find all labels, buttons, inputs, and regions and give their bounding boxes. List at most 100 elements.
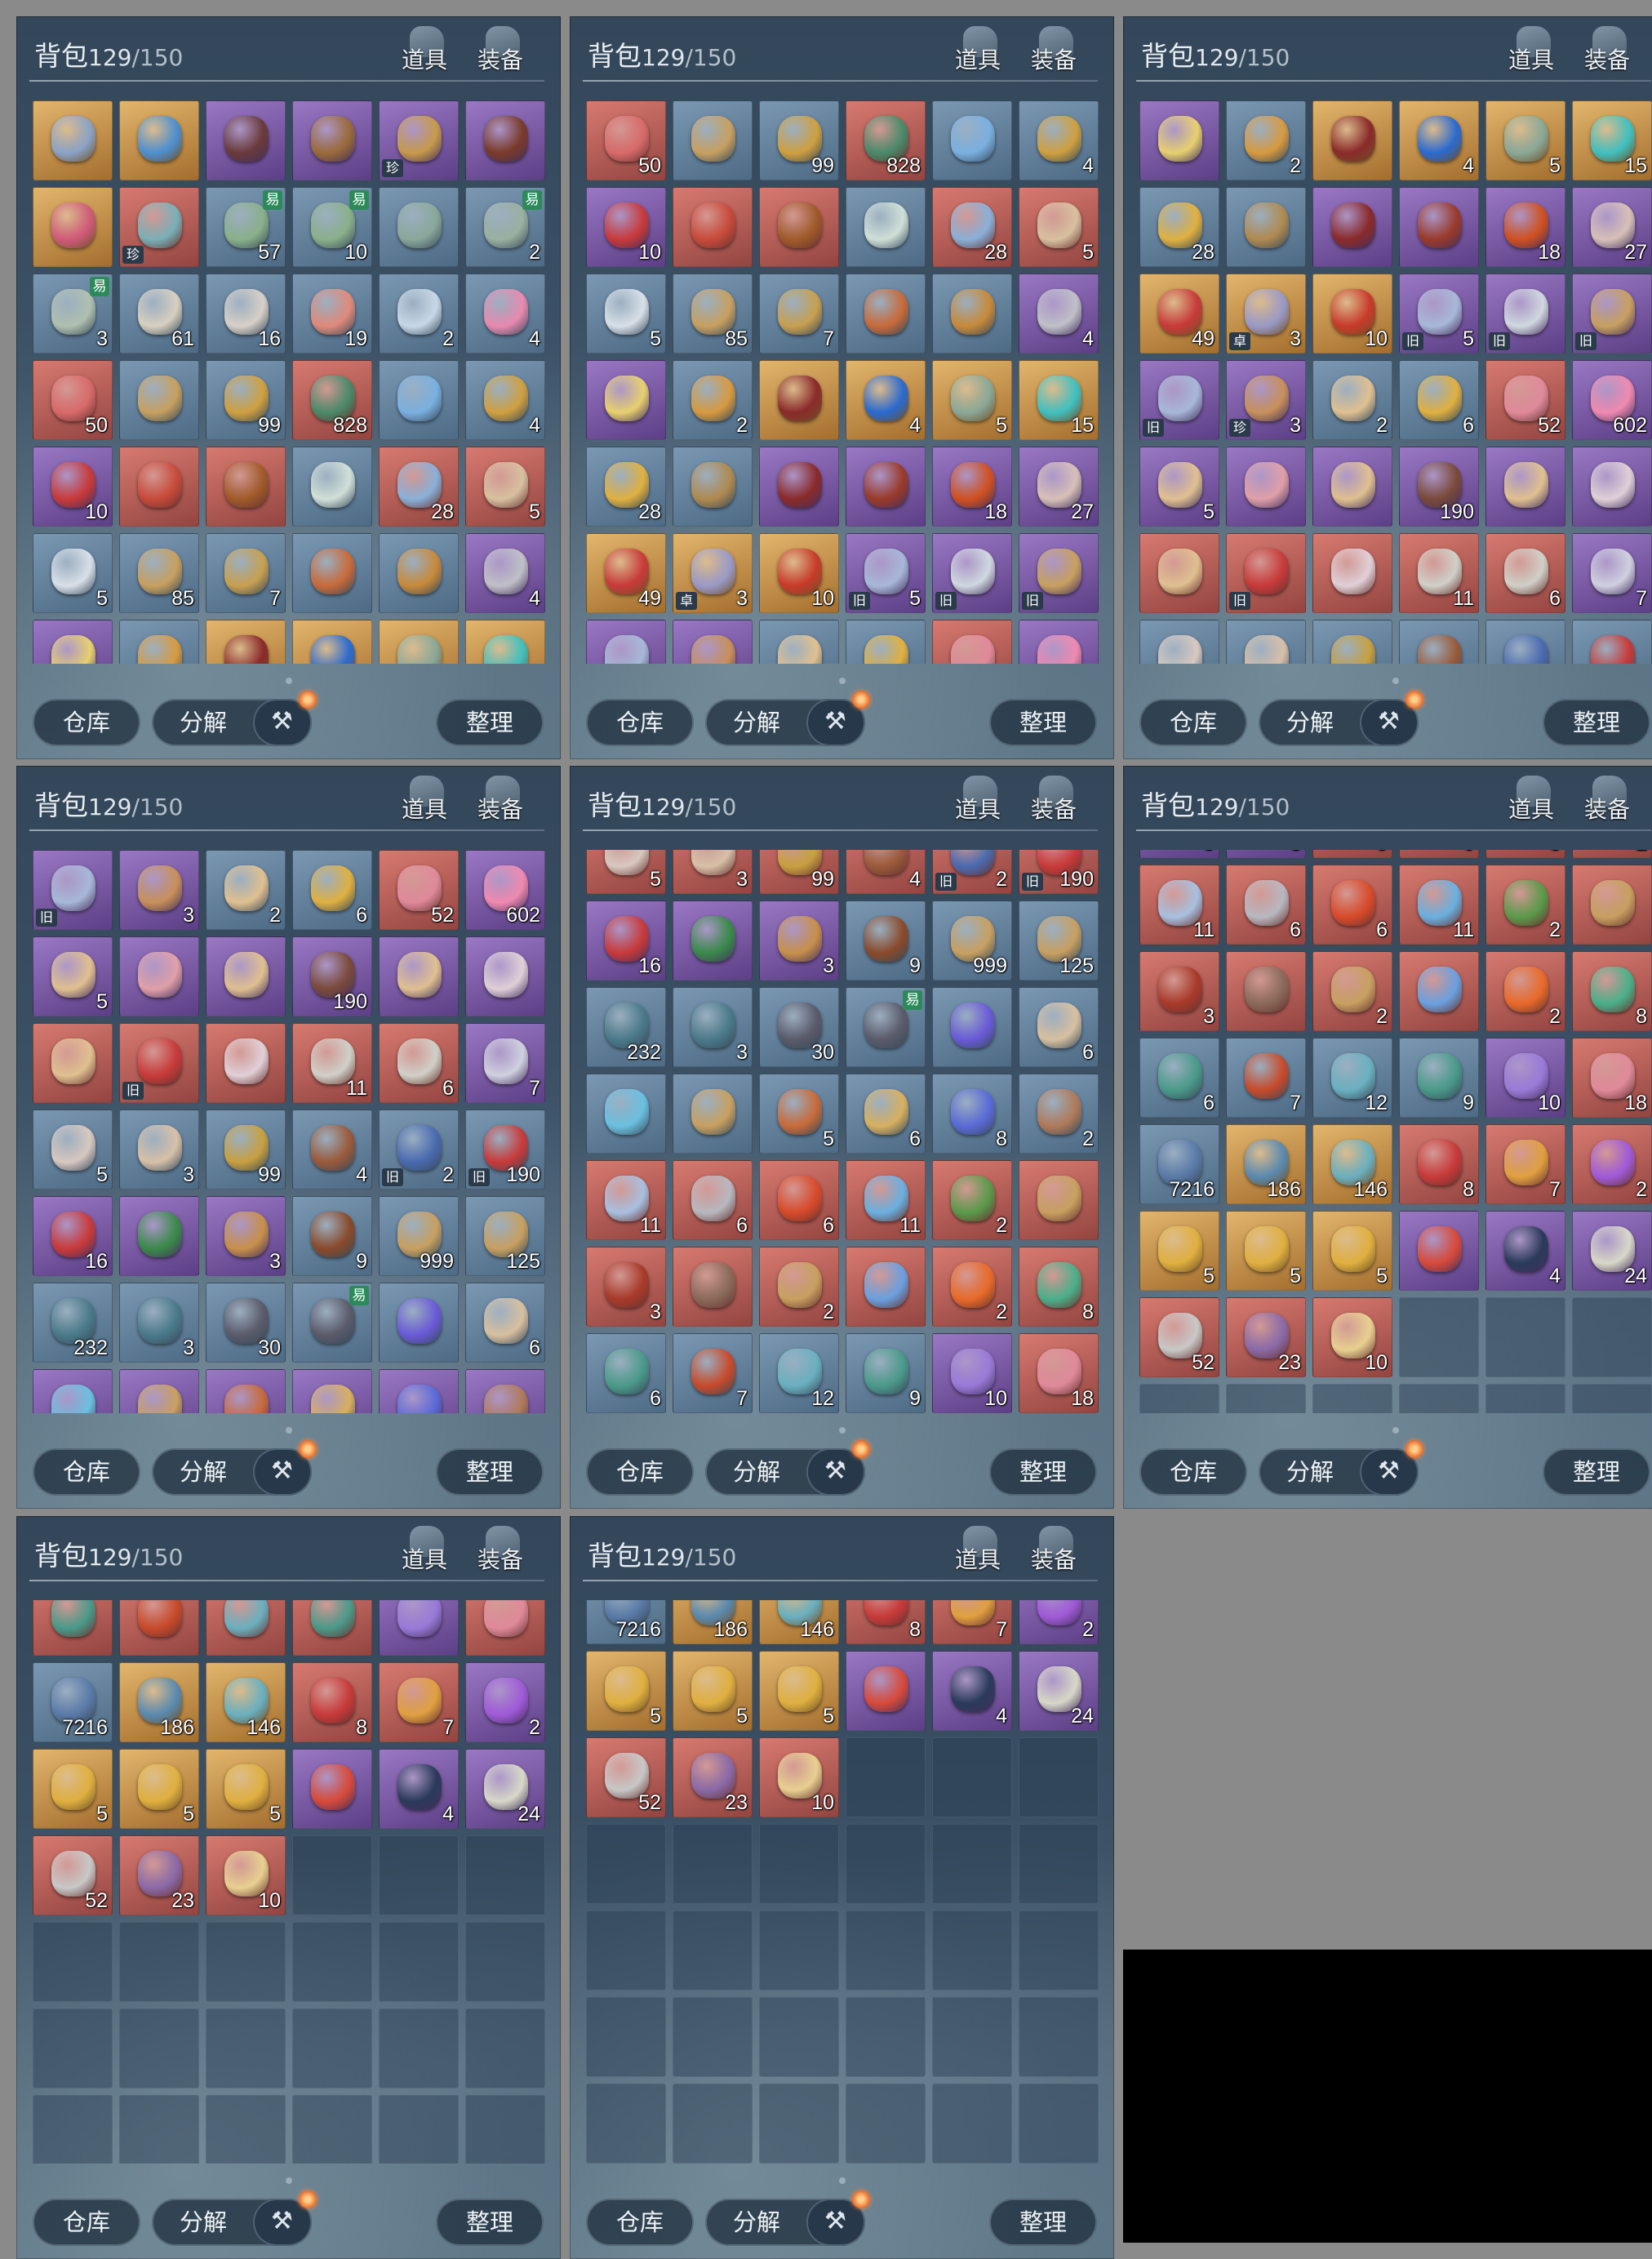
inventory-slot[interactable]: 2: [1226, 100, 1306, 180]
empty-slot[interactable]: [379, 2008, 459, 2088]
tab-equipment[interactable]: 装备: [468, 23, 533, 78]
inventory-slot[interactable]: 24: [1019, 1651, 1099, 1731]
inventory-slot[interactable]: 99: [759, 850, 839, 894]
inventory-slot[interactable]: 10: [1485, 1038, 1565, 1118]
inventory-slot[interactable]: [379, 620, 459, 664]
inventory-slot[interactable]: 7216: [33, 1662, 113, 1742]
sort-button[interactable]: 整理: [436, 2199, 544, 2246]
empty-slot[interactable]: [586, 1824, 666, 1904]
inventory-grid[interactable]: 53994旧2旧1901639999125232330易656821166112…: [586, 850, 1100, 1413]
inventory-slot[interactable]: 3: [1226, 620, 1306, 664]
inventory-slot[interactable]: 8: [932, 1074, 1012, 1154]
inventory-slot[interactable]: [1312, 533, 1392, 613]
sort-button[interactable]: 整理: [1543, 699, 1650, 746]
inventory-slot[interactable]: [673, 447, 753, 527]
inventory-slot[interactable]: 28: [932, 187, 1012, 267]
empty-slot[interactable]: [1485, 1297, 1565, 1377]
inventory-slot[interactable]: 52: [33, 1835, 113, 1915]
inventory-slot[interactable]: 10: [206, 1835, 286, 1915]
tab-equipment[interactable]: 装备: [1574, 23, 1640, 78]
inventory-slot[interactable]: 999: [379, 1196, 459, 1276]
inventory-slot[interactable]: 5: [759, 1651, 839, 1731]
decompose-button[interactable]: 分解⚒: [152, 2199, 312, 2246]
empty-slot[interactable]: [379, 1835, 459, 1915]
inventory-slot[interactable]: 27: [1019, 447, 1099, 527]
inventory-slot[interactable]: 16: [586, 900, 666, 981]
inventory-slot[interactable]: 99: [1312, 620, 1392, 664]
inventory-slot[interactable]: 旧2: [1485, 620, 1565, 664]
inventory-slot[interactable]: [1485, 447, 1565, 527]
inventory-slot[interactable]: 旧: [1572, 273, 1652, 354]
decompose-hammer-button[interactable]: ⚒: [253, 699, 312, 746]
inventory-slot[interactable]: 旧: [1226, 533, 1306, 613]
inventory-slot[interactable]: 3: [1139, 951, 1219, 1031]
empty-slot[interactable]: [586, 1997, 666, 2077]
inventory-slot[interactable]: [119, 360, 199, 440]
inventory-slot[interactable]: 3: [119, 1283, 199, 1363]
tab-items[interactable]: 道具: [392, 1523, 457, 1578]
inventory-slot[interactable]: 易10: [292, 187, 372, 267]
inventory-grid[interactable]: 7216186146872555424522310: [33, 1600, 547, 2163]
inventory-slot[interactable]: [119, 1600, 199, 1656]
inventory-slot[interactable]: [465, 100, 545, 180]
inventory-slot[interactable]: 4: [846, 360, 926, 440]
empty-slot[interactable]: [1019, 1997, 1099, 2077]
empty-slot[interactable]: [119, 2008, 199, 2088]
inventory-slot[interactable]: [846, 187, 926, 267]
empty-slot[interactable]: [292, 2008, 372, 2088]
inventory-slot[interactable]: 5: [206, 1749, 286, 1829]
inventory-slot[interactable]: 7: [1226, 1038, 1306, 1118]
inventory-slot[interactable]: 4: [465, 533, 545, 613]
inventory-slot[interactable]: 50: [33, 360, 113, 440]
empty-slot[interactable]: [846, 1737, 926, 1817]
inventory-slot[interactable]: 2: [1312, 951, 1392, 1031]
inventory-slot[interactable]: 85: [119, 533, 199, 613]
inventory-slot[interactable]: [1399, 951, 1479, 1031]
inventory-slot[interactable]: 5: [759, 1074, 839, 1154]
inventory-slot[interactable]: 6: [759, 1160, 839, 1240]
inventory-slot[interactable]: 3: [119, 850, 199, 930]
inventory-slot[interactable]: 易3: [33, 273, 113, 354]
inventory-slot[interactable]: 24: [1572, 1211, 1652, 1291]
inventory-slot[interactable]: 旧190: [1572, 620, 1652, 664]
inventory-slot[interactable]: 4: [465, 360, 545, 440]
inventory-slot[interactable]: [673, 1074, 753, 1154]
inventory-slot[interactable]: [465, 620, 545, 664]
inventory-slot[interactable]: [673, 900, 753, 981]
inventory-slot[interactable]: 232: [33, 1283, 113, 1363]
tab-equipment[interactable]: 装备: [1021, 772, 1086, 828]
empty-slot[interactable]: [33, 2008, 113, 2088]
inventory-slot[interactable]: 易2: [465, 187, 545, 267]
inventory-slot[interactable]: 4: [1399, 100, 1479, 180]
inventory-slot[interactable]: [292, 620, 372, 664]
inventory-slot[interactable]: [1019, 620, 1099, 664]
warehouse-button[interactable]: 仓库: [33, 2199, 140, 2246]
inventory-slot[interactable]: 6: [1226, 865, 1306, 945]
warehouse-button[interactable]: 仓库: [586, 699, 694, 746]
empty-slot[interactable]: [759, 1997, 839, 2077]
inventory-slot[interactable]: 旧: [119, 1023, 199, 1103]
empty-slot[interactable]: [673, 1997, 753, 2077]
inventory-slot[interactable]: [1312, 187, 1392, 267]
empty-slot[interactable]: [379, 2095, 459, 2163]
inventory-slot[interactable]: 49: [586, 533, 666, 613]
inventory-slot[interactable]: 6: [1019, 987, 1099, 1067]
tab-equipment[interactable]: 装备: [1574, 772, 1640, 828]
decompose-hammer-button[interactable]: ⚒: [253, 2199, 312, 2246]
inventory-slot[interactable]: [379, 187, 459, 267]
inventory-slot[interactable]: [379, 936, 459, 1016]
inventory-slot[interactable]: 30: [206, 1283, 286, 1363]
inventory-slot[interactable]: 5: [1019, 187, 1099, 267]
inventory-slot[interactable]: 9: [292, 1196, 372, 1276]
inventory-slot[interactable]: 11: [586, 1160, 666, 1240]
inventory-slot[interactable]: [119, 100, 199, 180]
inventory-slot[interactable]: 5: [932, 360, 1012, 440]
inventory-slot[interactable]: 旧: [33, 850, 113, 930]
inventory-slot[interactable]: 11: [1139, 865, 1219, 945]
inventory-slot[interactable]: 5: [33, 1749, 113, 1829]
inventory-slot[interactable]: 7: [379, 1662, 459, 1742]
inventory-slot[interactable]: 5: [586, 273, 666, 354]
inventory-slot[interactable]: [846, 273, 926, 354]
sort-button[interactable]: 整理: [989, 699, 1097, 746]
tab-items[interactable]: 道具: [1499, 23, 1564, 78]
